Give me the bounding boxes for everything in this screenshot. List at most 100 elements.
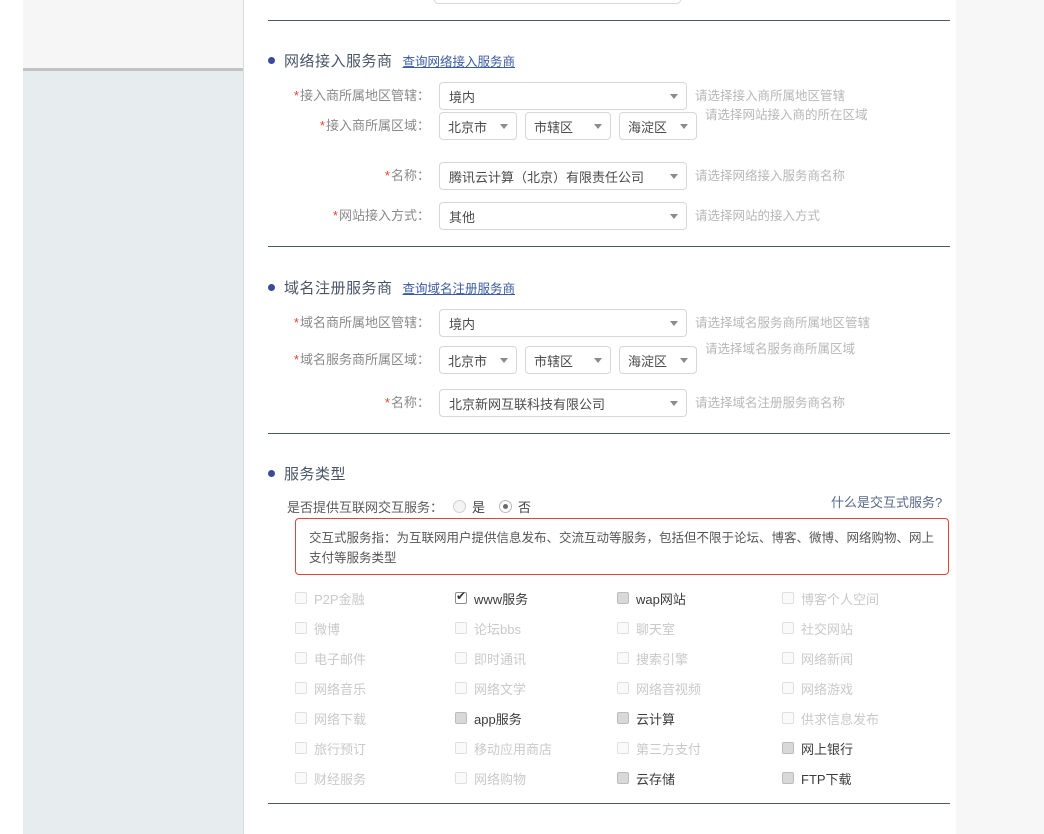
checkbox-item-bbs[interactable]: 论坛bbs <box>455 619 617 638</box>
required-asterisk: * <box>332 208 338 223</box>
checkbox-item-instant-messaging[interactable]: 即时通讯 <box>455 649 617 668</box>
checkbox-icon[interactable] <box>455 682 467 694</box>
rail-side-panel <box>23 71 243 834</box>
required-asterisk: * <box>293 315 299 330</box>
checkbox-icon[interactable] <box>782 622 794 634</box>
what-is-interactive-service-link[interactable]: 什么是交互式服务? <box>831 492 942 511</box>
checkbox-item-app-service[interactable]: app服务 <box>455 709 617 728</box>
section-title-registrar: 域名注册服务商 <box>284 280 393 297</box>
checkbox-icon[interactable] <box>455 622 467 634</box>
divider-after-isp <box>268 246 950 247</box>
checkbox-item-online-shopping[interactable]: 网络购物 <box>455 769 617 788</box>
checkbox-icon[interactable] <box>782 712 794 724</box>
checkbox-row: 微博 论坛bbs 聊天室 社交网站 <box>295 613 955 643</box>
previous-select-partial[interactable] <box>434 0 681 4</box>
checkbox-item-financial-service[interactable]: 财经服务 <box>295 769 455 788</box>
checkbox-item-email[interactable]: 电子邮件 <box>295 649 455 668</box>
checkbox-label: 网络文学 <box>474 681 527 697</box>
checkbox-icon[interactable] <box>617 622 629 634</box>
checkbox-item-online-news[interactable]: 网络新闻 <box>782 649 952 668</box>
select-isp-city[interactable]: 市辖区 <box>525 112 611 140</box>
checkbox-label: 移动应用商店 <box>474 741 553 757</box>
select-registrar-name[interactable]: 北京新网互联科技有限公司 <box>439 389 687 417</box>
checkbox-item-supply-demand-info[interactable]: 供求信息发布 <box>782 709 952 728</box>
checkbox-item-online-music[interactable]: 网络音乐 <box>295 679 455 698</box>
checkbox-icon[interactable] <box>782 682 794 694</box>
checkbox-icon[interactable] <box>295 742 307 754</box>
checkbox-icon[interactable] <box>295 592 307 604</box>
checkbox-row: 财经服务 网络购物 云存储 FTP下载 <box>295 763 955 793</box>
checkbox-item-travel-booking[interactable]: 旅行预订 <box>295 739 455 758</box>
checkbox-label: 财经服务 <box>314 771 367 787</box>
radio-yes[interactable] <box>453 500 467 513</box>
checkbox-icon[interactable] <box>617 712 629 724</box>
checkbox-item-wap[interactable]: wap网站 <box>617 589 782 608</box>
checkbox-icon[interactable] <box>455 589 467 604</box>
checkbox-icon[interactable] <box>455 652 467 664</box>
checkbox-item-online-download[interactable]: 网络下载 <box>295 709 455 728</box>
select-registrar-city[interactable]: 市辖区 <box>525 346 611 374</box>
select-registrar-province[interactable]: 北京市 <box>439 346 517 374</box>
field-row-registrar-area: *域名服务商所属区域： 北京市 市辖区 海淀区 请选择域名服务商所属区域 <box>268 342 855 374</box>
checkbox-item-p2p[interactable]: P2P金融 <box>295 589 455 608</box>
select-isp-access-method[interactable]: 其他 <box>439 202 687 230</box>
hint-registrar-area: 请选择域名服务商所属区域 <box>705 342 856 356</box>
checkbox-icon[interactable] <box>782 592 794 604</box>
checkbox-icon[interactable] <box>295 772 307 784</box>
section-title-service-type: 服务类型 <box>284 466 347 483</box>
checkbox-item-social-site[interactable]: 社交网站 <box>782 619 952 638</box>
select-isp-province[interactable]: 北京市 <box>439 112 517 140</box>
checkbox-row: 电子邮件 即时通讯 搜索引擎 网络新闻 <box>295 643 955 673</box>
checkbox-item-weibo[interactable]: 微博 <box>295 619 455 638</box>
checkbox-icon[interactable] <box>295 682 307 694</box>
checkbox-row: 网络音乐 网络文学 网络音视频 网络游戏 <box>295 673 955 703</box>
select-registrar-jurisdiction[interactable]: 境内 <box>439 309 687 337</box>
checkbox-item-cloud-storage[interactable]: 云存储 <box>617 769 782 788</box>
checkbox-icon[interactable] <box>617 682 629 694</box>
checkbox-item-third-party-payment[interactable]: 第三方支付 <box>617 739 782 758</box>
select-isp-region-jurisdiction[interactable]: 境内 <box>439 82 687 110</box>
field-label-isp-area: *接入商所属区域： <box>319 118 430 133</box>
checkbox-item-search-engine[interactable]: 搜索引擎 <box>617 649 782 668</box>
select-isp-district[interactable]: 海淀区 <box>619 112 697 140</box>
checkbox-item-chatroom[interactable]: 聊天室 <box>617 619 782 638</box>
checkbox-item-cloud-computing[interactable]: 云计算 <box>617 709 782 728</box>
checkbox-icon[interactable] <box>617 772 629 784</box>
service-type-checkbox-grid: P2P金融 www服务 wap网站 博客个人空间 微博 论坛bbs <box>295 583 955 793</box>
select-isp-name[interactable]: 腾讯云计算（北京）有限责任公司 <box>439 162 687 190</box>
checkbox-icon[interactable] <box>782 772 794 784</box>
checkbox-item-online-games[interactable]: 网络游戏 <box>782 679 952 698</box>
checkbox-label: wap网站 <box>636 591 686 607</box>
required-asterisk: * <box>384 395 390 410</box>
page-root: 网络接入服务商 查询网络接入服务商 *接入商所属地区管辖： 境内 请选择接入商所… <box>0 0 1044 834</box>
checkbox-label: 网络音乐 <box>314 681 367 697</box>
checkbox-icon[interactable] <box>782 652 794 664</box>
checkbox-item-online-banking[interactable]: 网上银行 <box>782 739 952 758</box>
checkbox-icon[interactable] <box>617 652 629 664</box>
checkbox-icon[interactable] <box>617 592 629 604</box>
checkbox-icon[interactable] <box>782 742 794 754</box>
bullet-icon <box>268 470 275 477</box>
checkbox-label: app服务 <box>474 711 522 727</box>
checkbox-icon[interactable] <box>455 742 467 754</box>
checkbox-item-mobile-app-store[interactable]: 移动应用商店 <box>455 739 617 758</box>
field-label-registrar-jurisdiction: *域名商所属地区管辖： <box>293 315 430 330</box>
checkbox-item-www[interactable]: www服务 <box>455 589 617 608</box>
section-header-registrar: 域名注册服务商 查询域名注册服务商 <box>268 277 515 298</box>
query-registrar-link[interactable]: 查询域名注册服务商 <box>403 278 516 297</box>
checkbox-icon[interactable] <box>455 712 467 724</box>
checkbox-icon[interactable] <box>295 652 307 664</box>
checkbox-item-online-literature[interactable]: 网络文学 <box>455 679 617 698</box>
query-isp-link[interactable]: 查询网络接入服务商 <box>403 51 516 70</box>
section-header-service-type: 服务类型 <box>268 463 346 484</box>
checkbox-item-online-av[interactable]: 网络音视频 <box>617 679 782 698</box>
radio-no[interactable] <box>499 500 513 513</box>
checkbox-item-blog-space[interactable]: 博客个人空间 <box>782 589 952 608</box>
checkbox-icon[interactable] <box>455 772 467 784</box>
checkbox-icon[interactable] <box>295 622 307 634</box>
checkbox-icon[interactable] <box>295 712 307 724</box>
select-registrar-district[interactable]: 海淀区 <box>619 346 697 374</box>
checkbox-item-ftp-download[interactable]: FTP下载 <box>782 769 952 788</box>
checkbox-label: 即时通讯 <box>474 651 527 667</box>
checkbox-icon[interactable] <box>617 742 629 754</box>
